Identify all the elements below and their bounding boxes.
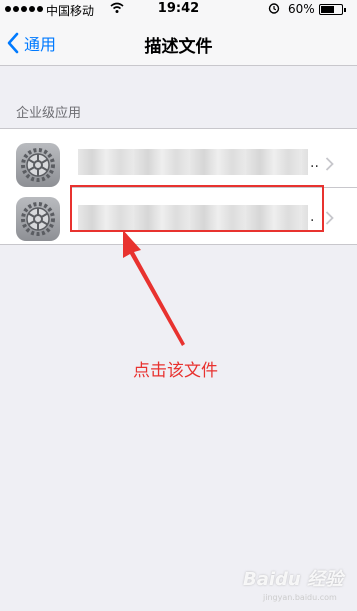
navigation-bar: 通用 描述文件 (0, 20, 357, 66)
annotation-arrow-icon (123, 230, 185, 346)
profile-name: .. (310, 155, 319, 171)
page-title: 描述文件 (144, 37, 213, 57)
baidu-watermark-logo: Baidu 经验 (243, 569, 344, 590)
annotation-text: 点击该文件 (133, 361, 218, 381)
settings-gear-icon (16, 143, 60, 187)
battery-percent: 60% (288, 2, 315, 16)
chevron-right-icon (325, 157, 334, 171)
highlight-box (70, 185, 324, 232)
chevron-right-icon (325, 211, 334, 225)
battery-icon (319, 4, 346, 15)
section-header: 企业级应用 (16, 106, 82, 121)
watermark-url: jingyan.baidu.com (263, 593, 337, 602)
status-bar: 中国移动 19:42 60% (0, 0, 357, 20)
alarm-icon (268, 3, 280, 14)
profile-name-redacted (78, 149, 308, 175)
settings-gear-icon (16, 197, 60, 241)
